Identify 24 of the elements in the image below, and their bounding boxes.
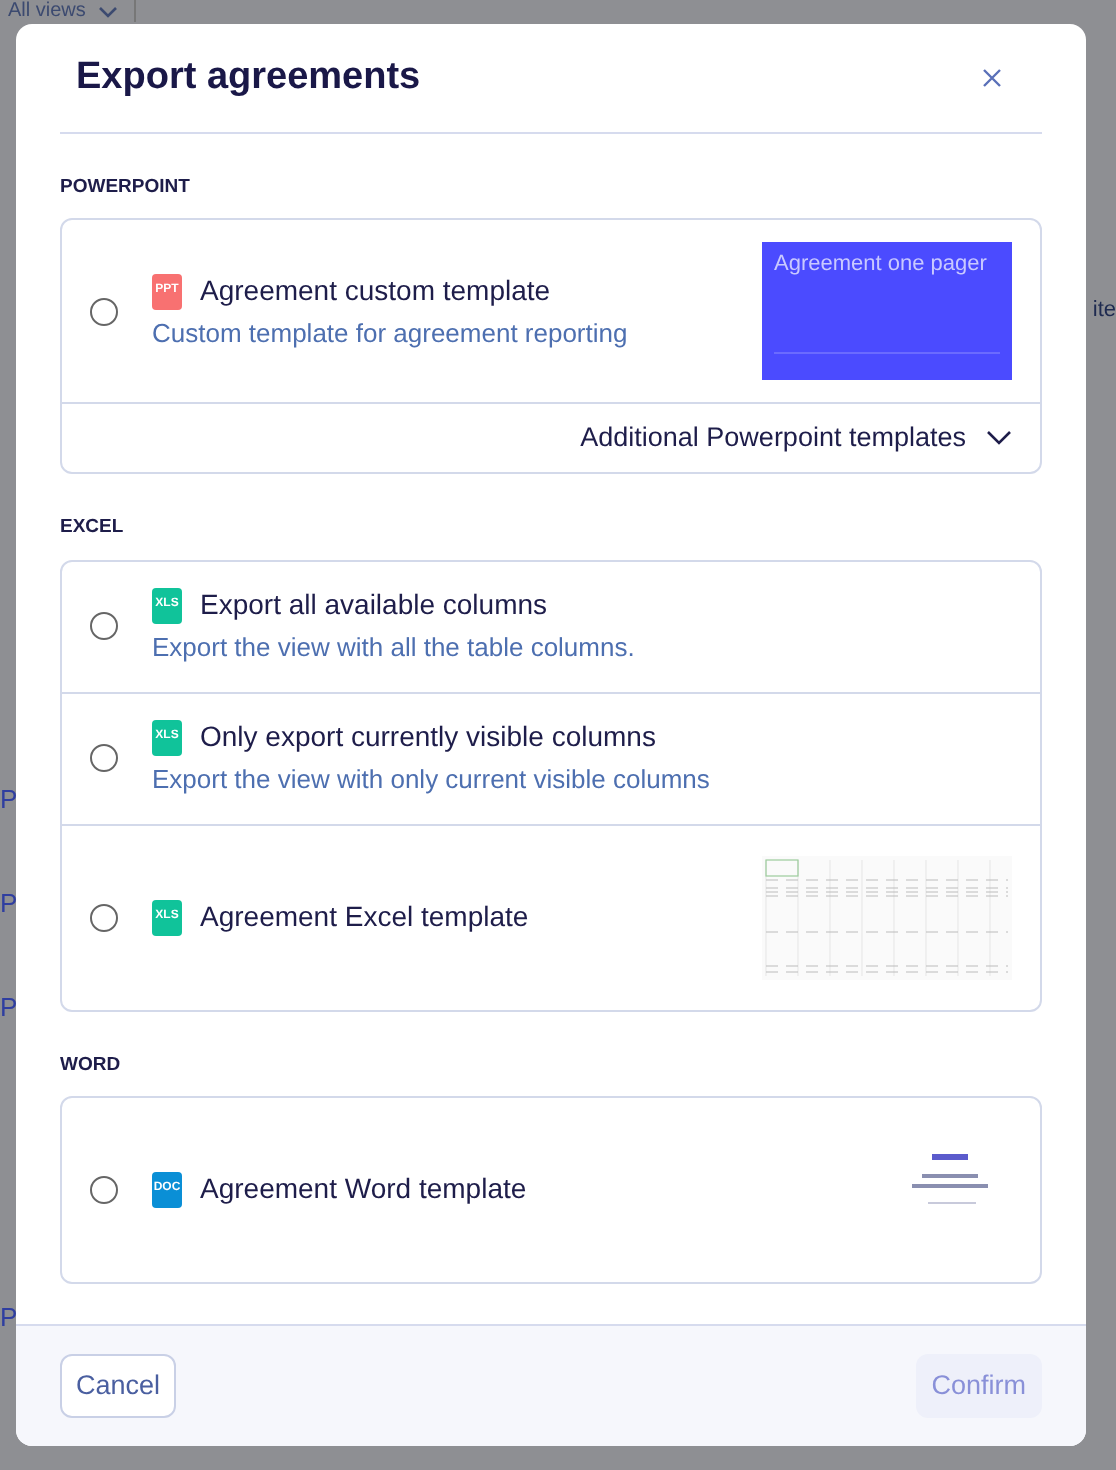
option-title: Agreement Word template — [200, 1170, 527, 1209]
section-label: EXCEL — [60, 514, 126, 543]
option-description: Custom template for agreement reporting — [152, 316, 630, 352]
section-label: WORD — [60, 1051, 123, 1079]
option-description: Export the view with all the table columns. — [152, 630, 637, 667]
chevron-icon — [986, 430, 1012, 447]
additional-templates-toggle[interactable]: Additional Powerpoint templates — [580, 404, 1040, 473]
section-label: POWERPOINT — [60, 174, 192, 202]
dialog-title: Export agreements — [74, 53, 421, 102]
option-title: Only export currently visible columns — [200, 718, 656, 757]
cancel-button[interactable]: Cancel — [60, 1354, 177, 1418]
column-header: ite — [1092, 296, 1116, 326]
radio-button[interactable] — [90, 744, 118, 772]
option-title: Agreement custom template — [200, 272, 551, 310]
radio-button[interactable] — [90, 612, 118, 640]
option-title: Export all available columns — [200, 586, 548, 625]
radio-button[interactable] — [90, 903, 118, 931]
radio-button[interactable] — [90, 297, 118, 326]
slide-caption: Agreement one pager — [774, 252, 989, 277]
radio-button[interactable] — [90, 1175, 118, 1204]
chevron-down-icon — [97, 5, 118, 17]
close-icon[interactable] — [982, 68, 1002, 88]
option-title: Agreement Excel template — [200, 898, 529, 936]
option-description: Export the view with only current visible columns — [152, 762, 712, 799]
